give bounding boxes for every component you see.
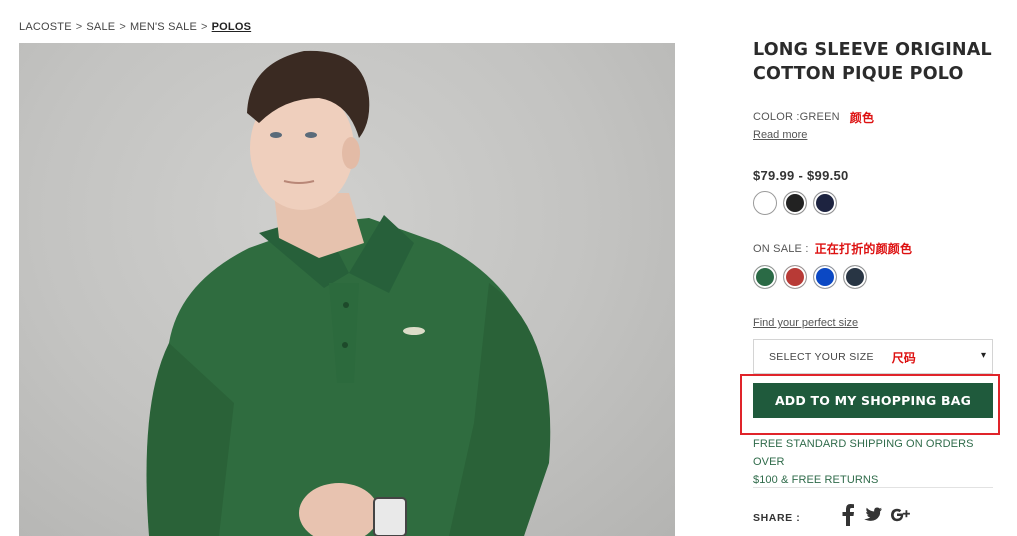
product-page: LACOSTE > SALE > MEN'S SALE > POLOS LONG… xyxy=(0,0,1017,536)
read-more-link[interactable]: Read more xyxy=(753,129,807,141)
product-image[interactable] xyxy=(19,43,675,536)
product-title: LONG SLEEVE ORIGINAL COTTON PIQUE POLO xyxy=(753,38,998,86)
sale-annotation: 正在打折的颜颜色 xyxy=(814,242,913,256)
size-select[interactable]: SELECT YOUR SIZE 尺码 ▾ xyxy=(753,339,993,374)
facebook-icon[interactable] xyxy=(841,504,855,526)
color-swatch-black[interactable] xyxy=(783,191,807,215)
product-title-line2: COTTON PIQUE POLO xyxy=(753,64,964,84)
breadcrumb-sale[interactable]: SALE xyxy=(86,21,115,33)
color-swatch-white[interactable] xyxy=(753,191,777,215)
shipping-line1: FREE STANDARD SHIPPING ON ORDERS OVER xyxy=(753,438,974,468)
size-select-placeholder: SELECT YOUR SIZE xyxy=(769,350,874,363)
share-icons xyxy=(841,504,920,526)
shipping-info: FREE STANDARD SHIPPING ON ORDERS OVER $1… xyxy=(753,435,998,489)
chevron-down-icon: ▾ xyxy=(980,350,986,361)
breadcrumb-lacoste[interactable]: LACOSTE xyxy=(19,21,72,33)
model-illustration xyxy=(146,50,551,536)
sale-color-swatches xyxy=(753,265,873,289)
product-info: LONG SLEEVE ORIGINAL COTTON PIQUE POLO C… xyxy=(740,38,1000,526)
google-plus-icon[interactable] xyxy=(890,506,912,524)
add-to-bag-button[interactable]: ADD TO MY SHOPPING BAG xyxy=(753,383,993,418)
product-title-line1: LONG SLEEVE ORIGINAL xyxy=(753,40,992,60)
color-swatch-green[interactable] xyxy=(753,265,777,289)
shipping-line2: $100 & FREE RETURNS xyxy=(753,474,879,486)
color-swatch-navy[interactable] xyxy=(813,191,837,215)
breadcrumb-separator: > xyxy=(119,21,126,33)
regular-color-swatches xyxy=(753,191,843,215)
twitter-icon[interactable] xyxy=(863,507,882,523)
breadcrumb-separator: > xyxy=(201,21,208,33)
breadcrumb-mens-sale[interactable]: MEN'S SALE xyxy=(130,21,197,33)
share-label: SHARE : xyxy=(753,512,801,524)
size-annotation: 尺码 xyxy=(891,351,916,365)
breadcrumb-separator: > xyxy=(75,21,83,33)
breadcrumb-polos[interactable]: POLOS xyxy=(212,21,252,33)
on-sale-info: ON SALE : 正在打折的颜颜色 xyxy=(753,240,912,257)
color-info: COLOR :GREEN 颜色 xyxy=(753,108,875,126)
price-range: $79.99 - $99.50 xyxy=(753,168,849,183)
divider xyxy=(753,487,993,488)
color-label: COLOR :GREEN xyxy=(753,110,840,123)
find-size-link[interactable]: Find your perfect size xyxy=(753,317,858,329)
color-swatch-red[interactable] xyxy=(783,265,807,289)
color-swatch-blue[interactable] xyxy=(813,265,837,289)
on-sale-label: ON SALE : xyxy=(753,242,809,255)
color-annotation: 颜色 xyxy=(849,111,875,125)
color-swatch-dark-navy[interactable] xyxy=(843,265,867,289)
breadcrumb: LACOSTE > SALE > MEN'S SALE > POLOS xyxy=(19,21,251,33)
